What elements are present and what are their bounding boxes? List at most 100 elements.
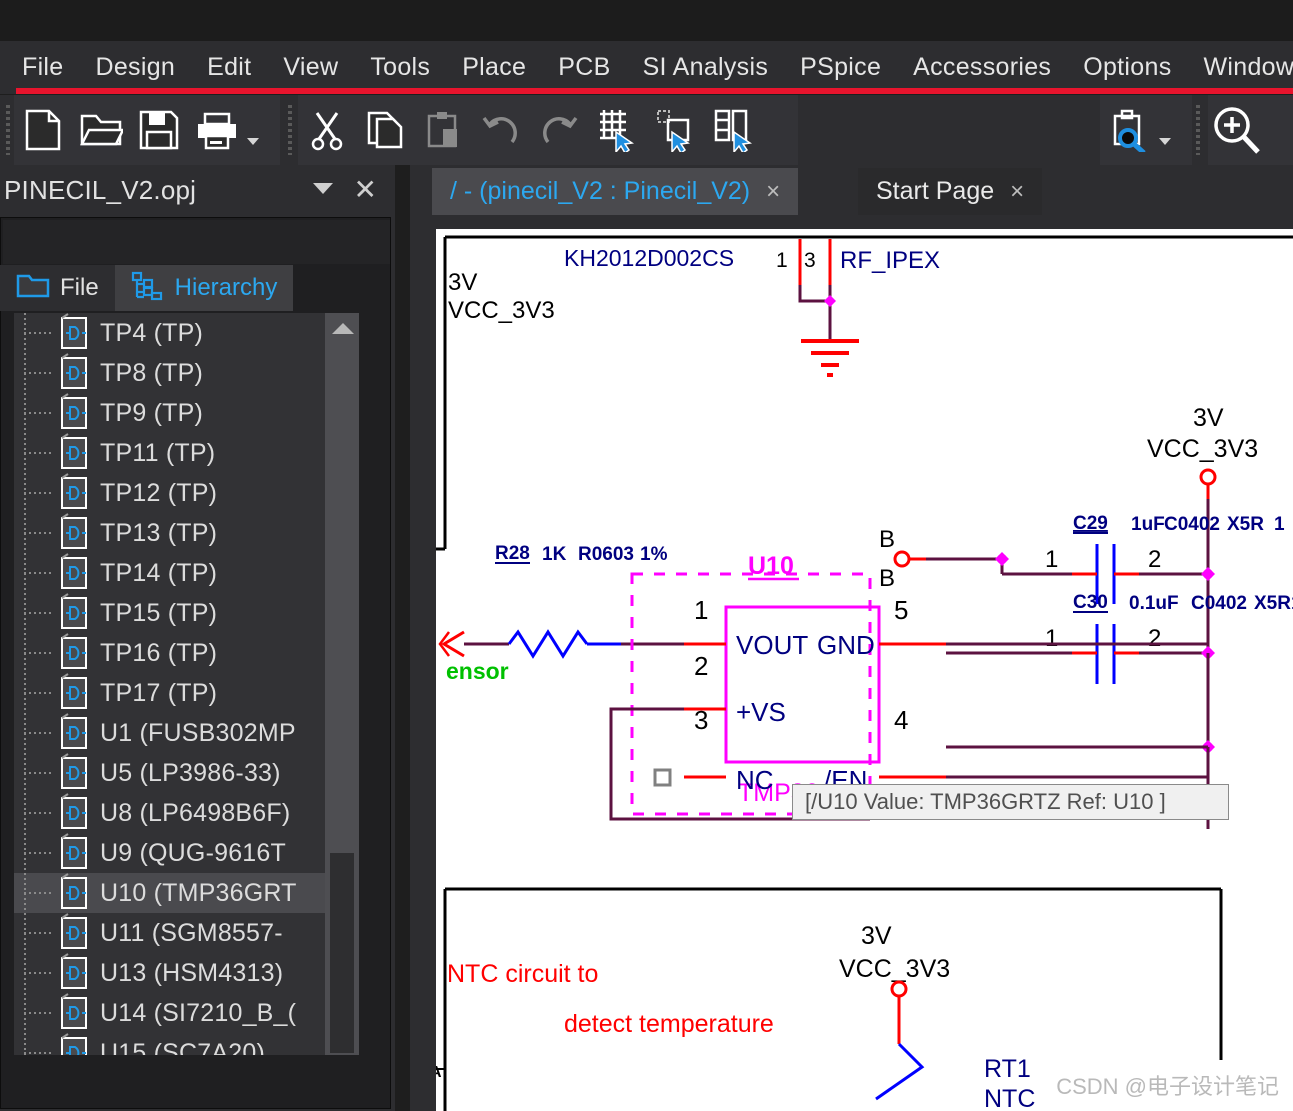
tree-item-tp8[interactable]: TP8 (TP): [14, 353, 359, 393]
schematic-part-icon: [54, 553, 92, 593]
tree-item-label: TP15 (TP): [100, 598, 218, 627]
r28-footprint-label: R0603: [578, 544, 634, 565]
tree-item-tp17[interactable]: TP17 (TP): [14, 673, 359, 713]
menu-item-si-analysis[interactable]: SI Analysis: [627, 53, 785, 82]
tree-connector: [20, 993, 54, 1033]
menu-item-edit[interactable]: Edit: [191, 53, 267, 82]
menu-item-options[interactable]: Options: [1067, 53, 1187, 82]
tree-item-u15[interactable]: U15 (SC7A20): [14, 1033, 359, 1055]
tree-item-u1[interactable]: U1 (FUSB302MP: [14, 713, 359, 753]
print-icon[interactable]: [188, 101, 246, 159]
menu-item-pcb[interactable]: PCB: [542, 53, 626, 82]
tab-pinecil-schematic[interactable]: / - (pinecil_V2 : Pinecil_V2) ×: [432, 168, 799, 215]
schematic-canvas[interactable]: KH2012D002CS 3V VCC_3V3 RF_IPEX 1 3 3V V…: [436, 229, 1293, 1111]
tree-item-u14[interactable]: U14 (SI7210_B_(: [14, 993, 359, 1033]
schematic-part-icon: [54, 833, 92, 873]
tree-connector: [20, 473, 54, 513]
tree-item-tp14[interactable]: TP14 (TP): [14, 553, 359, 593]
vcc-bottom-3v-label: 3V: [861, 922, 892, 950]
toolbar-gripper-1[interactable]: [6, 105, 10, 155]
r28-ref-label: R28: [495, 543, 530, 564]
ntc-note-line2: detect temperature: [564, 1010, 774, 1038]
close-icon[interactable]: ×: [766, 178, 780, 206]
tree-item-tp4[interactable]: TP4 (TP): [14, 313, 359, 353]
c29-pin2-num: 2: [1148, 546, 1161, 573]
vcc-top-name-label: VCC_3V3: [448, 297, 555, 324]
menu-item-view[interactable]: View: [267, 53, 354, 82]
schematic-part-icon: [54, 633, 92, 673]
schematic-part-icon: [54, 313, 92, 353]
tree-connector: [20, 713, 54, 753]
toolbar-gripper-2[interactable]: [288, 105, 292, 155]
tree-item-label: TP16 (TP): [100, 638, 218, 667]
copy-icon[interactable]: [356, 101, 414, 159]
toolbar-group-find: [1100, 95, 1192, 165]
select-area-icon[interactable]: [646, 101, 704, 159]
schematic-part-icon: [54, 993, 92, 1033]
cut-icon[interactable]: [298, 101, 356, 159]
open-folder-icon[interactable]: [72, 101, 130, 159]
tab-pinecil-schematic-label: / - (pinecil_V2 : Pinecil_V2): [450, 177, 751, 205]
menu-item-place[interactable]: Place: [446, 53, 542, 82]
hierarchy-select-icon[interactable]: [704, 101, 762, 159]
paste-icon[interactable]: [414, 101, 472, 159]
close-icon[interactable]: ✕: [354, 175, 377, 205]
vcc-right-name-label: VCC_3V3: [1147, 435, 1258, 463]
c30-ref-label: C30: [1073, 592, 1108, 613]
tab-hierarchy[interactable]: Hierarchy: [114, 265, 294, 311]
snap-to-grid-icon[interactable]: [588, 101, 646, 159]
tree-item-u10[interactable]: U10 (TMP36GRT: [14, 873, 359, 913]
tree-item-u9[interactable]: U9 (QUG-9616T: [14, 833, 359, 873]
tree-connector: [20, 353, 54, 393]
scroll-up-icon[interactable]: [332, 323, 354, 334]
tree-item-u5[interactable]: U5 (LP3986-33): [14, 753, 359, 793]
menu-item-file[interactable]: File: [0, 53, 79, 82]
save-icon[interactable]: [130, 101, 188, 159]
menu-item-accessories[interactable]: Accessories: [897, 53, 1067, 82]
component-tooltip: [/U10 Value: TMP36GRTZ Ref: U10 ]: [792, 784, 1229, 820]
find-dropdown-caret[interactable]: [1158, 101, 1172, 159]
print-dropdown-caret[interactable]: [246, 101, 260, 159]
tree-item-tp15[interactable]: TP15 (TP): [14, 593, 359, 633]
tree-item-u13[interactable]: U13 (HSM4313): [14, 953, 359, 993]
rt1-ref-label: RT1: [984, 1055, 1031, 1083]
close-icon[interactable]: ×: [1010, 178, 1024, 206]
tree-item-tp9[interactable]: TP9 (TP): [14, 393, 359, 433]
tree-item-tp13[interactable]: TP13 (TP): [14, 513, 359, 553]
tree-item-label: TP17 (TP): [100, 678, 218, 707]
menu-item-tools[interactable]: Tools: [354, 53, 446, 82]
tree-item-label: TP9 (TP): [100, 398, 203, 427]
tree-item-tp12[interactable]: TP12 (TP): [14, 473, 359, 513]
scrollbar-thumb[interactable]: [330, 853, 354, 1053]
c29-value-label: 1uF: [1131, 514, 1165, 535]
tab-start-page[interactable]: Start Page ×: [858, 168, 1043, 215]
redo-icon[interactable]: [530, 101, 588, 159]
undo-icon[interactable]: [472, 101, 530, 159]
project-panel: PINECIL_V2.opj ✕ File Hierarchy TP4 (TP)…: [0, 165, 395, 1111]
toolbar-gripper-3[interactable]: [1196, 105, 1200, 155]
find-icon[interactable]: [1100, 101, 1158, 159]
tree-item-u11[interactable]: U11 (SGM8557-: [14, 913, 359, 953]
tree-item-label: U10 (TMP36GRT: [100, 878, 297, 907]
tree-item-tp11[interactable]: TP11 (TP): [14, 433, 359, 473]
tree-connector: [20, 633, 54, 673]
tree-scrollbar[interactable]: [325, 313, 359, 1055]
menu-item-window[interactable]: Window: [1188, 53, 1293, 82]
toolbar: KEY_2: [0, 95, 1293, 251]
u10-pin5-name: GND: [817, 630, 875, 660]
chevron-down-icon[interactable]: [313, 183, 333, 194]
tab-file[interactable]: File: [0, 265, 115, 311]
new-file-icon[interactable]: [14, 101, 72, 159]
u10-pin2-num: 2: [694, 651, 708, 681]
hierarchy-tree[interactable]: TP4 (TP) TP8 (TP) TP9 (TP) TP11 (TP) TP1…: [14, 313, 359, 1055]
menu-item-pspice[interactable]: PSpice: [784, 53, 897, 82]
tree-item-label: U5 (LP3986-33): [100, 758, 281, 787]
menu-item-design[interactable]: Design: [79, 53, 191, 82]
schematic-part-icon: [54, 873, 92, 913]
menu-bar: File Design Edit View Tools Place PCB SI…: [0, 41, 1293, 94]
zoom-in-icon[interactable]: [1208, 101, 1266, 159]
u10-pin3-name: NC: [736, 765, 774, 795]
tree-item-label: U13 (HSM4313): [100, 958, 284, 987]
tree-item-tp16[interactable]: TP16 (TP): [14, 633, 359, 673]
tree-item-u8[interactable]: U8 (LP6498B6F): [14, 793, 359, 833]
